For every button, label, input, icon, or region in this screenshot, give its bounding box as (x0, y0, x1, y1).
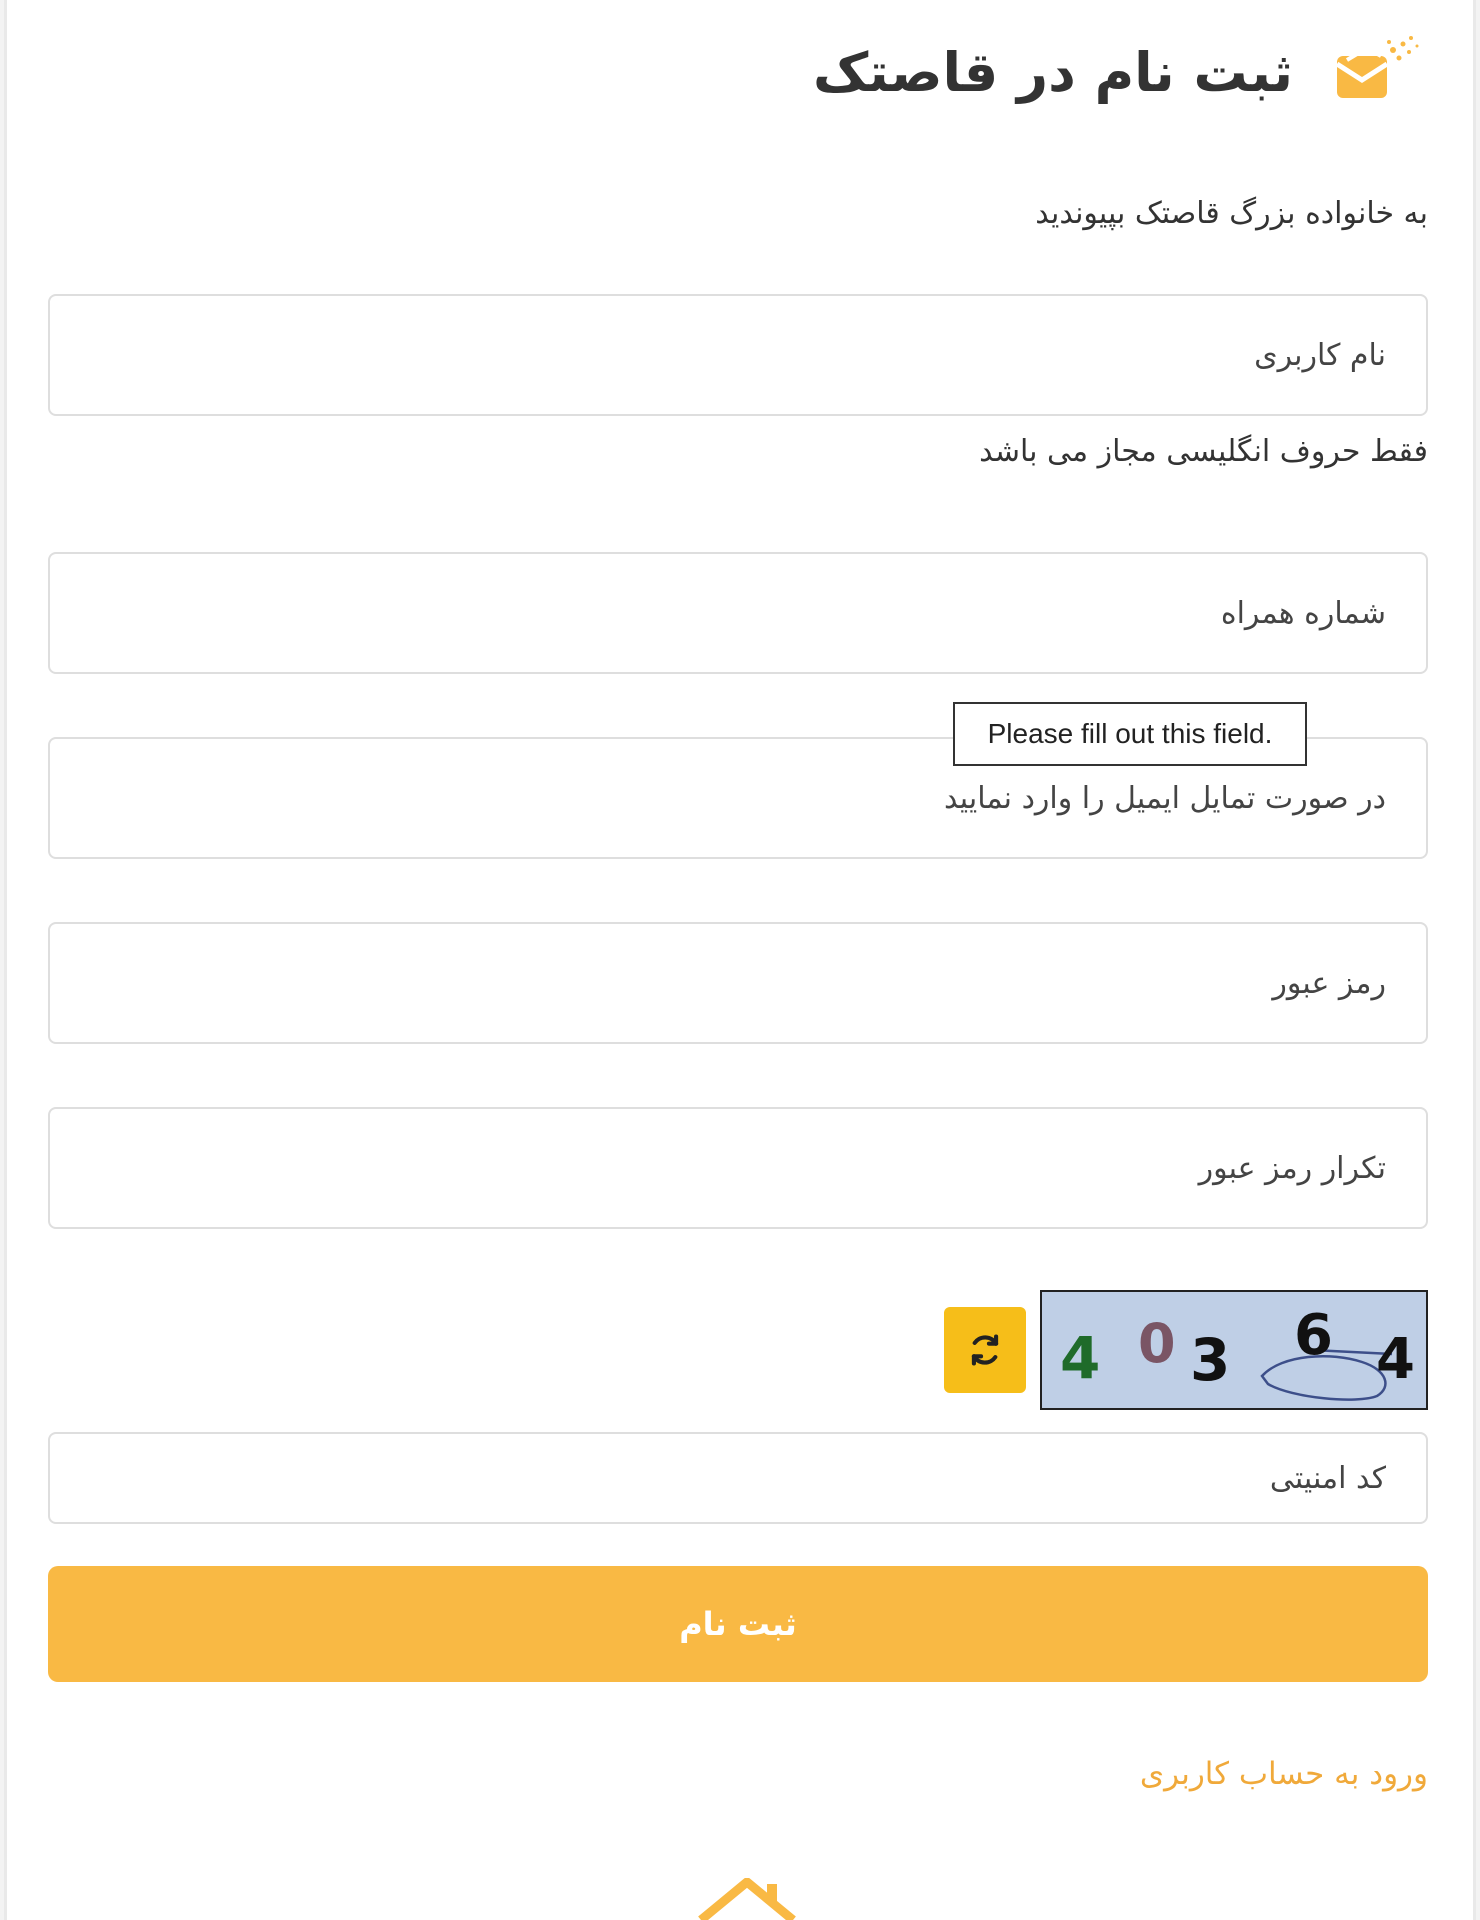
page-subtitle: به خانواده بزرگ قاصتک بپیوندید (1035, 196, 1428, 231)
username-input[interactable] (48, 294, 1428, 416)
refresh-icon (971, 1334, 999, 1366)
home-icon[interactable] (697, 1878, 797, 1920)
page-title: ثبت نام در قاصتک (813, 40, 1293, 104)
captcha-digit: 4 (1060, 1324, 1100, 1392)
username-hint: فقط حروف انگلیسی مجاز می باشد (979, 434, 1428, 469)
phone-input[interactable] (48, 552, 1428, 674)
login-link[interactable]: ورود به حساب کاربری (1140, 1756, 1428, 1792)
password-input[interactable] (48, 922, 1428, 1044)
page-header: ثبت نام در قاصتک (813, 30, 1423, 114)
registration-page: ثبت نام در قاصتک به خانواده بزرگ قاصتک ب… (4, 0, 1476, 1920)
mail-envelope-icon (1323, 30, 1423, 114)
validation-tooltip: Please fill out this field. (953, 702, 1307, 766)
captcha-image: 4 0 3 6 4 (1040, 1290, 1428, 1410)
register-button[interactable]: ثبت نام (48, 1566, 1428, 1682)
captcha-input[interactable] (48, 1432, 1428, 1524)
captcha-row: 4 0 3 6 4 (944, 1290, 1428, 1410)
password-confirm-input[interactable] (48, 1107, 1428, 1229)
captcha-digit: 6 (1294, 1303, 1333, 1368)
captcha-digit: 3 (1190, 1326, 1230, 1394)
captcha-digit: 0 (1138, 1312, 1176, 1375)
captcha-refresh-button[interactable] (944, 1307, 1026, 1393)
captcha-digit: 4 (1376, 1327, 1415, 1392)
